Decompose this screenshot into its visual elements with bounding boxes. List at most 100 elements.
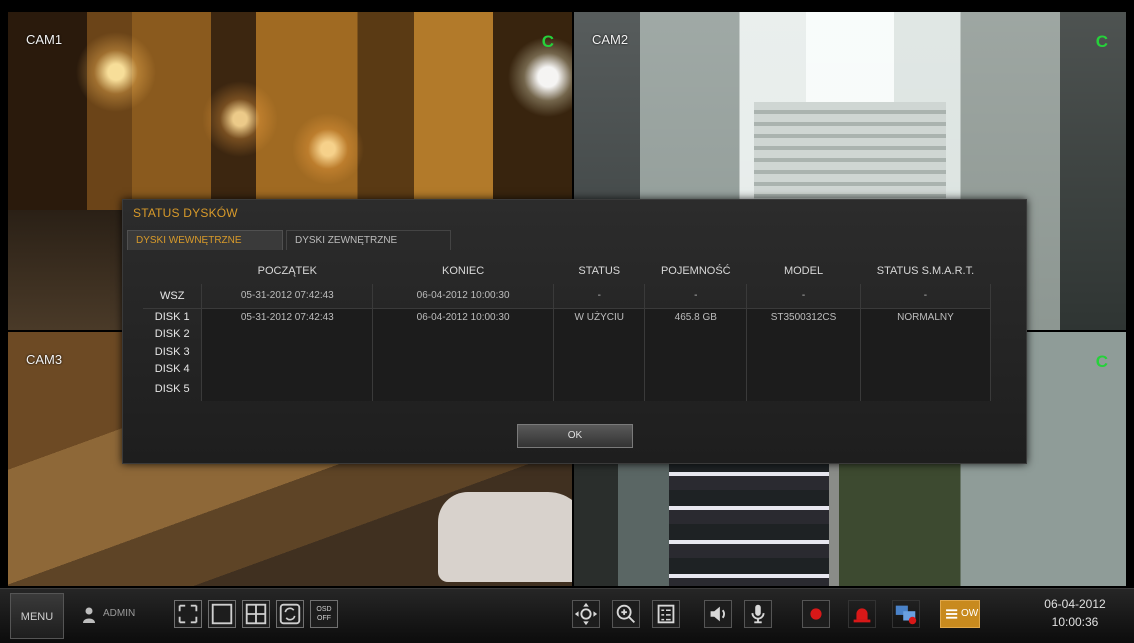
recording-badge: C — [1095, 32, 1108, 51]
cell-status — [553, 325, 646, 344]
cell-smart — [859, 325, 992, 344]
camera-scene — [438, 492, 572, 582]
cell-smart — [859, 360, 992, 378]
user-icon — [83, 607, 95, 623]
cell-model: - — [746, 284, 861, 309]
user-name: ADMIN — [103, 608, 136, 619]
cell-status — [553, 360, 646, 378]
table-row: DISK 2 — [143, 325, 992, 344]
cell-capacity — [644, 377, 748, 401]
recording-badge: C — [541, 32, 554, 51]
ptz-icon — [574, 602, 598, 626]
quad-view-icon — [245, 603, 267, 625]
row-label: DISK 5 — [154, 383, 190, 396]
network-icon — [895, 605, 917, 625]
menu-button[interactable]: MENU — [10, 593, 64, 639]
cell-capacity: 465.8 GB — [644, 308, 748, 326]
cell-model — [746, 377, 861, 401]
table-row: DISK 4 — [143, 360, 992, 378]
cell-end — [372, 325, 555, 344]
camera-label: CAM3 — [26, 352, 63, 367]
cell-model — [746, 343, 861, 361]
cell-end: 06-04-2012 10:00:30 — [372, 284, 555, 309]
cell-capacity: - — [644, 284, 748, 309]
cell-status: W UŻYCIU — [553, 308, 646, 326]
table-row: DISK 5 — [143, 377, 992, 401]
osd-off-icon: OSD OFF — [311, 601, 337, 623]
row-label: WSZ — [143, 284, 202, 309]
cell-end — [372, 377, 555, 401]
cell-smart: NORMALNY — [859, 308, 992, 326]
dialog-title: STATUS DYSKÓW — [133, 206, 238, 220]
single-view-button[interactable] — [208, 600, 236, 628]
cell-status: - — [553, 284, 646, 309]
cell-start: 05-31-2012 07:42:43 — [201, 284, 374, 309]
cell-capacity — [644, 343, 748, 361]
network-button[interactable] — [892, 600, 920, 628]
column-header — [143, 258, 202, 284]
microphone-icon — [751, 604, 765, 624]
cell-start — [201, 377, 374, 401]
column-header: KONIEC — [442, 265, 485, 277]
cell-start — [201, 360, 374, 378]
disk-status-table: POCZĄTEK KONIEC STATUS POJEMNOŚĆ MODEL S… — [143, 258, 992, 401]
cell-model — [746, 360, 861, 378]
ptz-button[interactable] — [572, 600, 600, 628]
row-label: DISK 2 — [154, 328, 190, 341]
clock: 06-04-2012 10:00:36 — [1030, 595, 1120, 631]
record-button[interactable] — [802, 600, 830, 628]
table-row: WSZ 05-31-2012 07:42:43 06-04-2012 10:00… — [143, 284, 992, 309]
osd-off-button[interactable]: OSD OFF — [310, 600, 338, 628]
taskbar: MENU ADMIN OSD OFF OW 06-04-2012 10:00:3… — [0, 588, 1134, 643]
recording-badge: C — [1095, 352, 1108, 371]
microphone-button[interactable] — [744, 600, 772, 628]
ow-label: OW — [961, 608, 979, 619]
sequence-icon — [279, 603, 301, 625]
cell-status — [553, 343, 646, 361]
ow-button[interactable]: OW — [940, 600, 980, 628]
checklist-button[interactable] — [652, 600, 680, 628]
zoom-button[interactable] — [612, 600, 640, 628]
single-view-icon — [211, 603, 233, 625]
date-display: 06-04-2012 — [1044, 597, 1106, 611]
osd-label-bottom: OFF — [317, 615, 331, 622]
record-icon — [810, 608, 822, 620]
tab-internal-disks[interactable]: DYSKI WEWNĘTRZNE — [127, 230, 283, 250]
speaker-icon — [710, 606, 725, 622]
tab-external-disks[interactable]: DYSKI ZEWNĘTRZNE — [286, 230, 451, 250]
table-row: DISK 1 05-31-2012 07:42:43 06-04-2012 10… — [143, 308, 992, 326]
cell-end — [372, 360, 555, 378]
column-header: POJEMNOŚĆ — [660, 265, 731, 277]
alarm-icon — [853, 608, 871, 623]
cell-end: 06-04-2012 10:00:30 — [372, 308, 555, 326]
fullscreen-button[interactable] — [174, 600, 202, 628]
cell-capacity — [644, 360, 748, 378]
cell-start — [201, 325, 374, 344]
table-row: DISK 3 — [143, 343, 992, 361]
cell-capacity — [644, 325, 748, 344]
speaker-button[interactable] — [704, 600, 732, 628]
cell-smart — [859, 377, 992, 401]
ok-button[interactable]: OK — [517, 424, 633, 448]
column-header: MODEL — [783, 265, 824, 277]
row-label: DISK 4 — [154, 362, 190, 375]
disk-status-dialog: STATUS DYSKÓW DYSKI WEWNĘTRZNE DYSKI ZEW… — [122, 199, 1027, 464]
column-header: POCZĄTEK — [257, 265, 317, 277]
cell-end — [372, 343, 555, 361]
fullscreen-icon — [178, 604, 198, 624]
alarm-button[interactable] — [848, 600, 876, 628]
row-label: DISK 1 — [154, 311, 190, 324]
cell-start: 05-31-2012 07:42:43 — [201, 308, 374, 326]
cell-smart — [859, 343, 992, 361]
osd-label-top: OSD — [316, 606, 332, 613]
sequence-button[interactable] — [276, 600, 304, 628]
column-header: STATUS — [578, 265, 621, 277]
camera-label: CAM1 — [26, 32, 63, 47]
zoom-icon — [616, 604, 636, 624]
cell-model: ST3500312CS — [746, 308, 861, 326]
camera-label: CAM2 — [592, 32, 629, 47]
quad-view-button[interactable] — [242, 600, 270, 628]
column-header: STATUS S.M.A.R.T. — [876, 265, 975, 277]
cell-status — [553, 377, 646, 401]
cell-smart: - — [859, 284, 992, 309]
